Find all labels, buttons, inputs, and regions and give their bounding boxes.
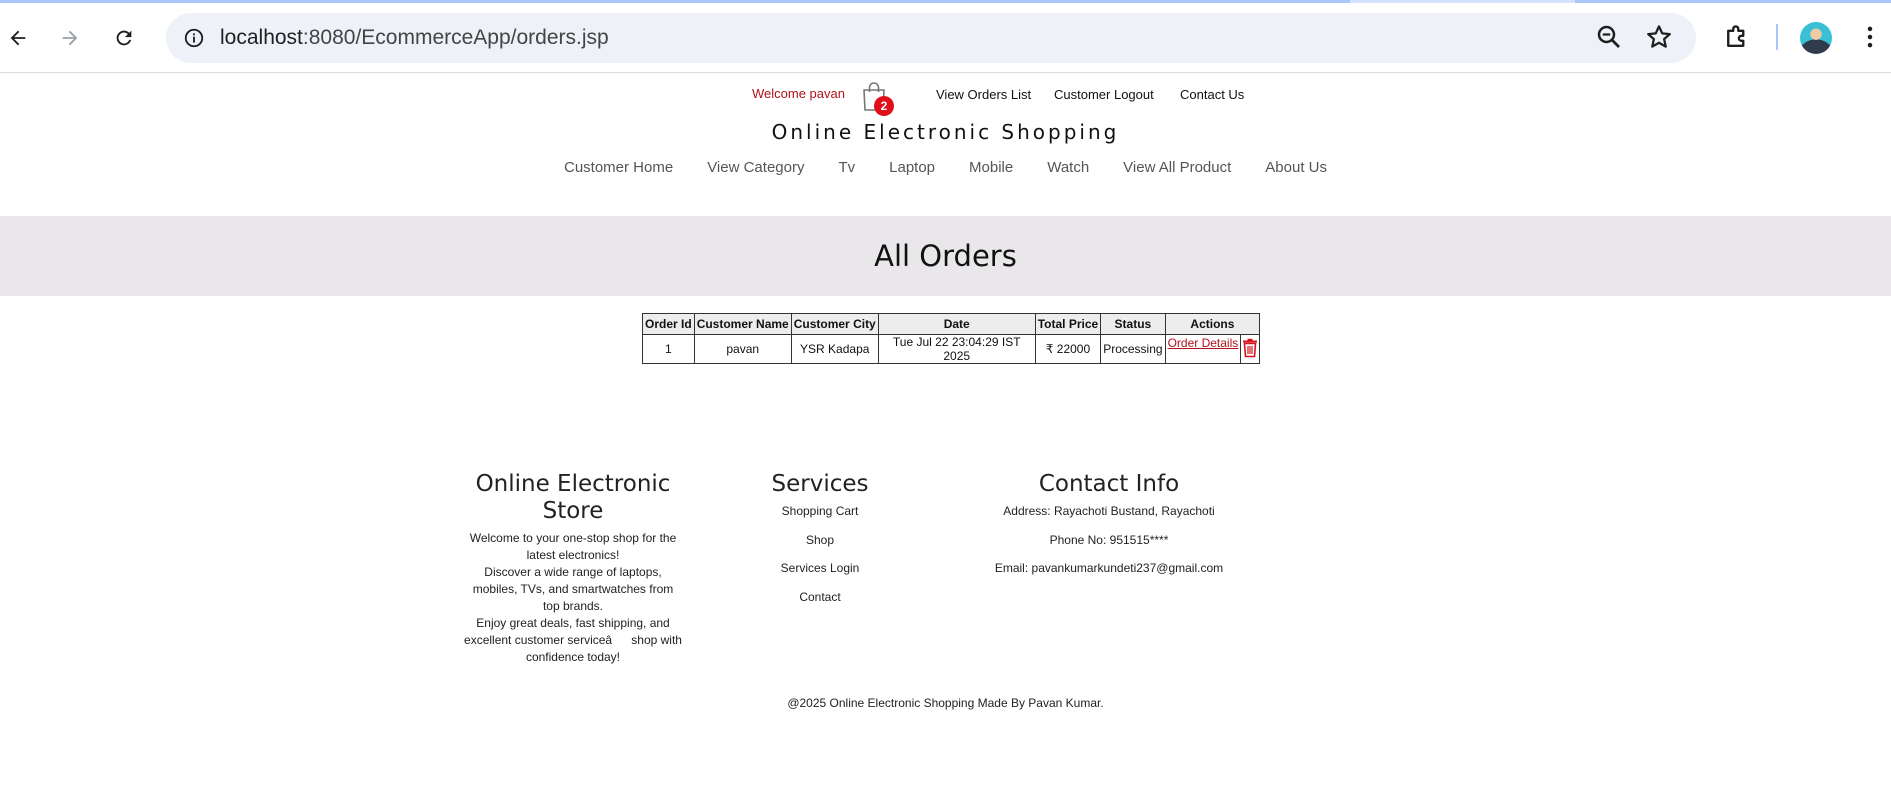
footer-services-title: Services bbox=[771, 471, 869, 497]
footer-services-column: Services Shopping Cart Shop Services Log… bbox=[740, 471, 900, 611]
bookmark-button[interactable] bbox=[1644, 22, 1674, 56]
footer-store-column: Online Electronic Store Welcome to your … bbox=[463, 471, 683, 666]
url-path: :8080/EcommerceApp/orders.jsp bbox=[302, 26, 609, 49]
table-header-row: Order Id Customer Name Customer City Dat… bbox=[642, 313, 1261, 335]
page-banner: All Orders bbox=[0, 216, 1891, 296]
browser-toolbar: localhost:8080/EcommerceApp/orders.jsp bbox=[0, 0, 1891, 73]
zoom-icon bbox=[1597, 25, 1620, 48]
footer-contact-column: Contact Info Address: Rayachoti Bustand,… bbox=[968, 471, 1250, 583]
site-info-button[interactable] bbox=[178, 22, 210, 54]
orders-table: Order Id Customer Name Customer City Dat… bbox=[642, 313, 1261, 364]
footer-email: Email: pavankumarkundeti237@gmail.com bbox=[994, 561, 1224, 575]
reload-icon bbox=[116, 30, 132, 46]
nav-watch[interactable]: Watch bbox=[1047, 159, 1089, 176]
date-cell: Tue Jul 22 23:04:29 IST 2025 bbox=[877, 334, 1036, 364]
footer-services-login-link[interactable]: Services Login bbox=[740, 554, 900, 583]
tab-strip-edge bbox=[0, 0, 1891, 3]
site-title: Online Electronic Shopping bbox=[771, 120, 1120, 144]
col-customer-name: Customer Name bbox=[693, 313, 792, 335]
footer-store-line-1: Welcome to your one-stop shop for the la… bbox=[469, 531, 677, 562]
cart-button[interactable]: 2 bbox=[858, 80, 896, 116]
back-button[interactable] bbox=[2, 22, 34, 54]
copyright-text: @2025 Online Electronic Shopping Made By… bbox=[787, 696, 1104, 710]
address-bar[interactable]: localhost:8080/EcommerceApp/orders.jsp bbox=[166, 13, 1696, 63]
main-nav: Customer Home View Category Tv Laptop Mo… bbox=[0, 159, 1891, 176]
extensions-icon bbox=[1727, 25, 1745, 47]
customer-city-cell: YSR Kadapa bbox=[790, 334, 879, 364]
view-orders-link[interactable]: View Orders List bbox=[936, 87, 1031, 102]
forward-button[interactable] bbox=[54, 22, 86, 54]
nav-customer-home[interactable]: Customer Home bbox=[564, 159, 673, 176]
order-details-link[interactable]: Order Details bbox=[1168, 336, 1239, 350]
footer-address: Address: Rayachoti Bustand, Rayachoti bbox=[1003, 504, 1215, 518]
url-host: localhost bbox=[220, 26, 303, 49]
welcome-text: Welcome pavan bbox=[752, 86, 845, 101]
nav-tv[interactable]: Tv bbox=[838, 159, 855, 176]
back-icon bbox=[10, 30, 26, 46]
browser-menu-button[interactable] bbox=[1855, 22, 1885, 56]
status-cell: Processing bbox=[1100, 334, 1166, 364]
delete-order-button[interactable] bbox=[1240, 334, 1261, 364]
star-icon bbox=[1647, 25, 1671, 48]
footer-phone: Phone No: 951515**** bbox=[1049, 532, 1169, 547]
customer-logout-link[interactable]: Customer Logout bbox=[1054, 87, 1154, 102]
forward-icon bbox=[62, 30, 78, 46]
nav-about-us[interactable]: About Us bbox=[1265, 159, 1327, 176]
footer-contact-title: Contact Info bbox=[1038, 471, 1180, 497]
order-details-cell: Order Details bbox=[1164, 334, 1242, 364]
col-actions: Actions bbox=[1164, 313, 1261, 335]
page-title: All Orders bbox=[874, 239, 1017, 273]
nav-mobile[interactable]: Mobile bbox=[969, 159, 1013, 176]
col-total-price: Total Price bbox=[1034, 313, 1102, 335]
nav-laptop[interactable]: Laptop bbox=[889, 159, 935, 176]
contact-us-link[interactable]: Contact Us bbox=[1180, 87, 1244, 102]
footer-store-line-3: Enjoy great deals, fast shipping, and ex… bbox=[464, 616, 682, 664]
total-price-cell: ₹ 22000 bbox=[1034, 334, 1102, 364]
col-date: Date bbox=[877, 313, 1036, 335]
col-status: Status bbox=[1100, 313, 1166, 335]
trash-icon bbox=[1243, 338, 1258, 357]
zoom-button[interactable] bbox=[1594, 22, 1624, 56]
toolbar-divider bbox=[1776, 24, 1778, 50]
table-row: 1 pavan YSR Kadapa Tue Jul 22 23:04:29 I… bbox=[642, 334, 1261, 364]
order-id-cell: 1 bbox=[642, 334, 695, 364]
nav-view-category[interactable]: View Category bbox=[707, 159, 804, 176]
footer-contact-link[interactable]: Contact bbox=[740, 583, 900, 612]
col-customer-city: Customer City bbox=[790, 313, 879, 335]
footer-store-title: Online Electronic Store bbox=[475, 471, 671, 524]
menu-icon bbox=[1867, 26, 1873, 48]
footer-shopping-cart-link[interactable]: Shopping Cart bbox=[740, 497, 900, 526]
url-text[interactable]: localhost:8080/EcommerceApp/orders.jsp bbox=[220, 26, 609, 50]
footer-store-line-2: Discover a wide range of laptops, mobile… bbox=[472, 565, 674, 613]
extensions-button[interactable] bbox=[1722, 22, 1752, 56]
customer-name-cell: pavan bbox=[693, 334, 792, 364]
footer-shop-link[interactable]: Shop bbox=[740, 526, 900, 555]
info-icon bbox=[184, 28, 204, 48]
nav-view-all-product[interactable]: View All Product bbox=[1123, 159, 1231, 176]
cart-count-badge: 2 bbox=[874, 96, 894, 116]
col-order-id: Order Id bbox=[642, 313, 695, 335]
reload-button[interactable] bbox=[108, 22, 140, 54]
avatar[interactable] bbox=[1800, 22, 1832, 54]
